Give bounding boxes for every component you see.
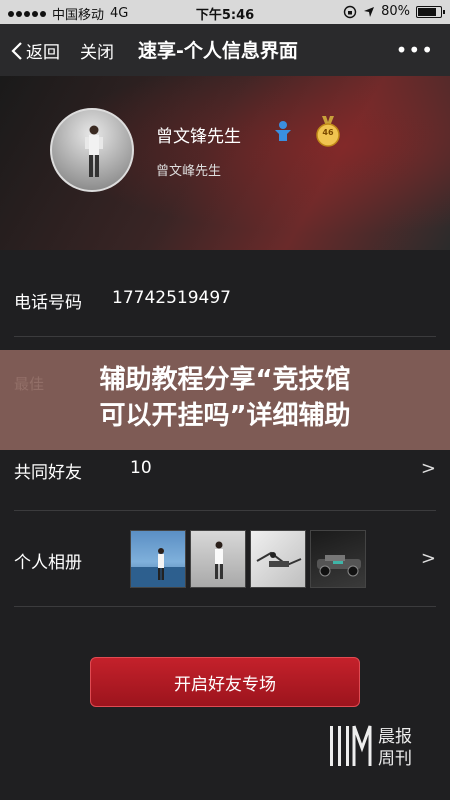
level-badge: 46: [314, 116, 342, 148]
page-title: 速享-个人信息界面: [138, 40, 298, 62]
album-label: 个人相册: [14, 553, 82, 573]
common-friends-row[interactable]: 共同好友 10 >: [0, 456, 450, 484]
person-icon: [85, 125, 103, 177]
status-right: 80%: [343, 4, 445, 19]
avatar[interactable]: [50, 108, 134, 192]
battery-percent: 80%: [381, 4, 410, 19]
status-bar: 中国移动 4G 下午5:46 80%: [0, 0, 450, 24]
photo-icon: [317, 555, 361, 577]
male-icon: [275, 121, 291, 141]
watermark-line-2: 周刊: [378, 749, 412, 769]
battery-icon: [416, 5, 445, 18]
divider: [14, 510, 436, 511]
banner-line-1: 辅助教程分享“竞技馆: [99, 365, 351, 395]
battery-fill: [418, 7, 436, 16]
divider: [14, 336, 436, 337]
promo-banner: 辅助教程分享“竞技馆 可以开挂吗”详细辅助: [0, 350, 450, 450]
open-friends-button[interactable]: 开启好友专场: [90, 657, 360, 707]
watermark-text: 晨报 周刊: [378, 726, 412, 770]
divider: [14, 606, 436, 607]
watermark-line-1: 晨报: [378, 727, 412, 747]
publisher-watermark: 晨报 周刊: [328, 722, 438, 778]
rotation-lock-icon: [343, 5, 357, 18]
chevron-right-icon: >: [420, 548, 436, 569]
phone-row[interactable]: 电话号码 17742519497: [0, 286, 450, 314]
profile-subname: 曾文峰先生: [156, 164, 222, 179]
photo-icon: [215, 541, 223, 579]
back-label: 返回: [26, 43, 60, 63]
photo-icon: [256, 551, 302, 567]
common-friends-label: 共同好友: [14, 463, 82, 483]
phone-value: 17742519497: [112, 288, 231, 308]
profile-header: 曾文锋先生 46 曾文峰先生: [0, 76, 450, 250]
logo-icon: [330, 725, 372, 766]
photo-icon: [131, 548, 185, 587]
album-thumbnail[interactable]: [190, 530, 246, 588]
profile-name: 曾文锋先生: [156, 127, 241, 147]
nav-bar: 返回 关闭 速享-个人信息界面 •••: [0, 24, 450, 76]
chevron-right-icon: >: [420, 458, 436, 479]
chevron-left-icon: [11, 41, 22, 60]
back-button[interactable]: 返回: [10, 38, 60, 63]
album-thumbnail[interactable]: [310, 530, 366, 588]
info-list: [0, 250, 450, 800]
common-friends-value: 10: [130, 458, 152, 478]
location-arrow-icon: [364, 6, 375, 17]
phone-label: 电话号码: [14, 293, 82, 313]
banner-line-2: 可以开挂吗”详细辅助: [99, 401, 351, 431]
album-thumbnail[interactable]: [130, 530, 186, 588]
level-value: 46: [322, 128, 334, 137]
more-icon[interactable]: •••: [396, 38, 434, 62]
album-thumbnail[interactable]: [250, 530, 306, 588]
close-button[interactable]: 关闭: [80, 38, 114, 63]
